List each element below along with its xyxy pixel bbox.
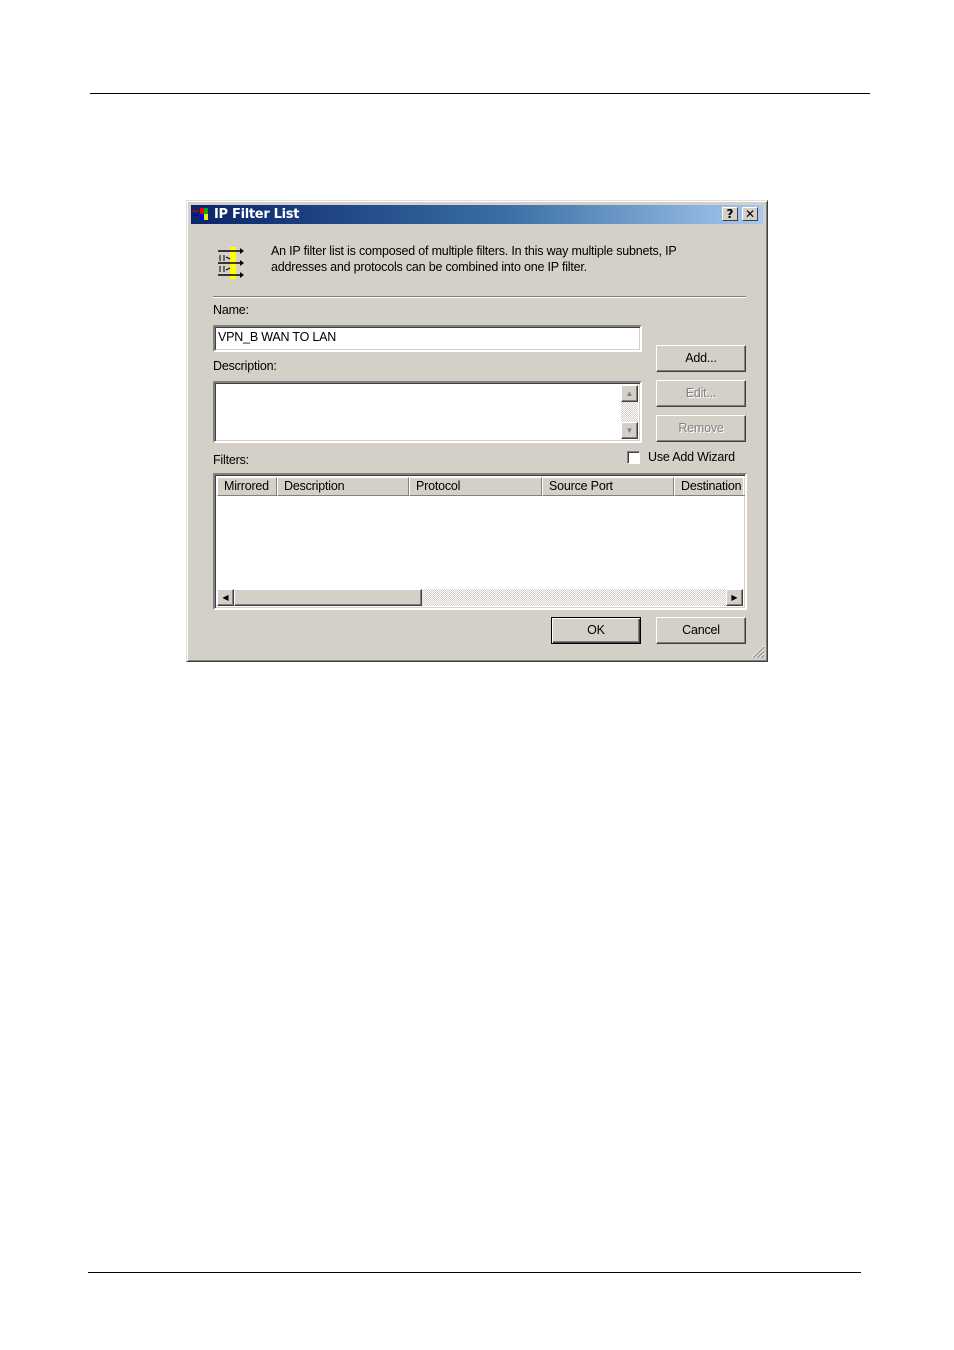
scroll-right-button[interactable]: ▶ [726, 589, 743, 606]
description-input[interactable]: ▲ ▼ [213, 381, 642, 443]
page-header-rule [90, 93, 870, 94]
app-icon [193, 208, 208, 220]
page-footer-rule [88, 1272, 861, 1273]
filter-list-icon [218, 247, 244, 279]
resize-grip-icon[interactable] [751, 645, 765, 659]
scroll-up-button[interactable]: ▲ [621, 385, 638, 402]
intro-text: An IP filter list is composed of multipl… [271, 243, 677, 275]
scroll-down-button[interactable]: ▼ [621, 422, 638, 439]
filters-label: Filters: [213, 453, 249, 467]
window-title: IP Filter List [214, 207, 300, 222]
column-header-protocol[interactable]: Protocol [409, 477, 542, 496]
use-add-wizard-label[interactable]: Use Add Wizard [648, 450, 735, 464]
add-button[interactable]: Add... [656, 345, 746, 372]
separator [213, 296, 746, 298]
use-add-wizard-checkbox[interactable] [627, 451, 640, 464]
ip-filter-list-dialog: IP Filter List ? ✕ An IP filter list is … [186, 200, 768, 662]
table-header: Mirrored Description Protocol Source Por… [217, 477, 745, 496]
description-label: Description: [213, 359, 277, 373]
close-button[interactable]: ✕ [742, 207, 758, 221]
description-scrollbar[interactable]: ▲ ▼ [621, 385, 638, 439]
column-header-description[interactable]: Description [277, 477, 409, 496]
remove-button[interactable]: Remove [656, 415, 746, 442]
name-input[interactable]: VPN_B WAN TO LAN [213, 325, 642, 352]
cancel-button[interactable]: Cancel [656, 617, 746, 644]
intro-line-2: addresses and protocols can be combined … [271, 260, 587, 274]
column-header-destination[interactable]: Destination [674, 477, 745, 496]
edit-button[interactable]: Edit... [656, 380, 746, 407]
title-bar[interactable]: IP Filter List ? ✕ [191, 205, 763, 224]
intro-line-1: An IP filter list is composed of multipl… [271, 244, 677, 258]
help-button[interactable]: ? [722, 207, 738, 221]
scroll-thumb[interactable] [234, 589, 422, 606]
column-header-mirrored[interactable]: Mirrored [217, 477, 277, 496]
ok-button[interactable]: OK [551, 617, 641, 644]
scroll-left-button[interactable]: ◀ [217, 589, 234, 606]
filters-table[interactable]: Mirrored Description Protocol Source Por… [213, 473, 747, 610]
column-header-source-port[interactable]: Source Port [542, 477, 674, 496]
horizontal-scrollbar[interactable]: ◀ ▶ [217, 589, 743, 606]
name-label: Name: [213, 303, 249, 317]
